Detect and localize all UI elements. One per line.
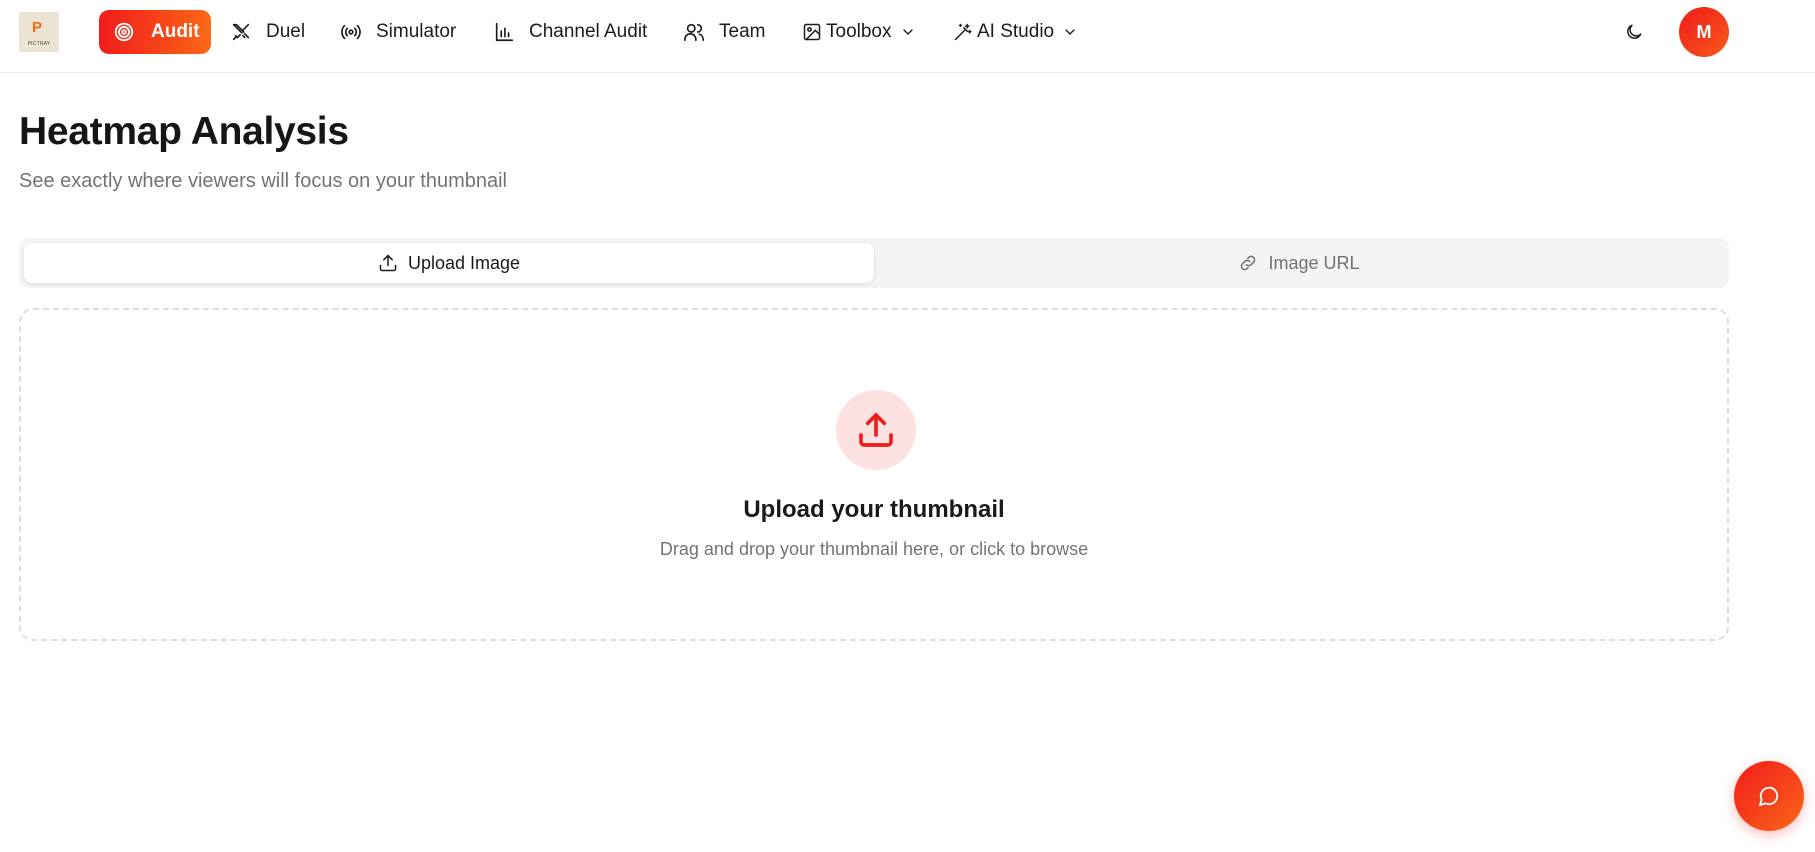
broadcast-icon — [340, 21, 362, 43]
upload-icon — [378, 253, 408, 273]
users-icon — [683, 21, 705, 43]
tab-label: Image URL — [1268, 252, 1360, 273]
nav-item-team[interactable]: Team — [683, 10, 765, 54]
tab-image-url[interactable]: Image URL — [874, 243, 1724, 283]
chevron-down-icon — [900, 24, 916, 40]
nav-item-simulator[interactable]: Simulator — [340, 10, 456, 54]
chat-support-button[interactable] — [1734, 761, 1804, 831]
top-navigation-bar: P PICTRAY Audit Duel Simulator Channel A… — [0, 0, 1815, 73]
moon-icon — [1624, 22, 1644, 42]
dropzone-hint: Drag and drop your thumbnail here, or cl… — [659, 539, 1089, 559]
input-mode-tabs: Upload Image Image URL — [19, 238, 1729, 288]
nav-item-audit[interactable]: Audit — [99, 10, 211, 54]
nav-item-duel[interactable]: Duel — [230, 10, 305, 54]
image-icon — [802, 21, 822, 43]
upload-icon — [856, 410, 896, 450]
user-avatar[interactable]: M — [1679, 7, 1729, 57]
magic-wand-icon — [953, 21, 973, 43]
nav-item-label: Audit — [151, 21, 200, 42]
logo-letter: P — [32, 19, 43, 36]
nav-item-label: Channel Audit — [529, 21, 648, 42]
nav-item-toolbox[interactable]: Toolbox — [802, 10, 916, 54]
page-subtitle: See exactly where viewers will focus on … — [19, 170, 507, 192]
upload-icon-badge — [836, 390, 916, 470]
nav-item-label: Toolbox — [826, 21, 892, 42]
page-title: Heatmap Analysis — [19, 110, 349, 153]
tab-upload-image[interactable]: Upload Image — [24, 243, 874, 283]
tab-label: Upload Image — [407, 252, 521, 273]
nav-item-label: Simulator — [376, 21, 457, 42]
nav-item-label: Duel — [266, 21, 306, 42]
nav-item-ai-studio[interactable]: AI Studio — [953, 10, 1078, 54]
nav-item-channel-audit[interactable]: Channel Audit — [493, 10, 647, 54]
theme-toggle-button[interactable] — [1620, 18, 1648, 46]
link-icon — [1238, 253, 1268, 273]
target-icon — [113, 21, 135, 43]
thumbnail-dropzone[interactable]: Upload your thumbnail Drag and drop your… — [19, 308, 1729, 641]
chat-bubble-icon — [1758, 785, 1780, 807]
nav-item-label: AI Studio — [977, 21, 1055, 42]
logo-wordmark: PICTRAY — [27, 41, 51, 47]
dropzone-title: Upload your thumbnail — [743, 496, 1005, 523]
app-logo[interactable]: P PICTRAY — [19, 12, 59, 52]
nav-item-label: Team — [719, 21, 766, 42]
crossed-swords-icon — [230, 21, 252, 43]
chevron-down-icon — [1062, 24, 1078, 40]
bar-chart-icon — [493, 21, 515, 43]
